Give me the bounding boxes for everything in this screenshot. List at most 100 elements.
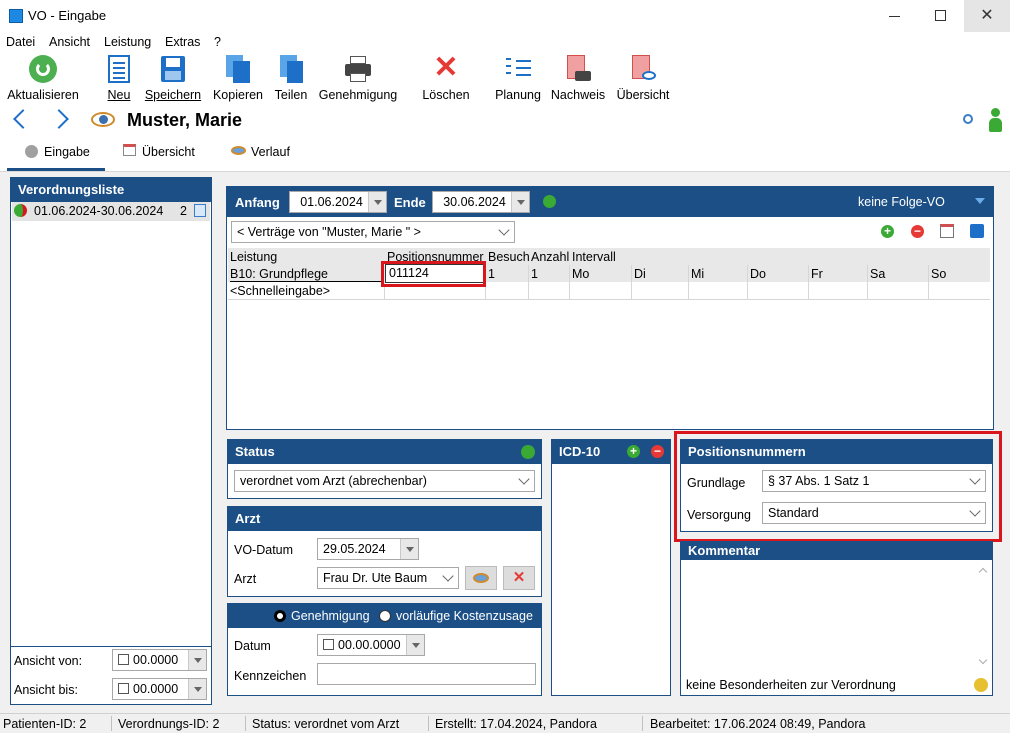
- remove-arzt-button[interactable]: ✕: [503, 566, 535, 590]
- datum-checkbox[interactable]: [323, 639, 334, 650]
- ansicht-bis-value: 00.0000: [133, 682, 179, 696]
- aktualisieren-button[interactable]: Aktualisieren: [4, 54, 82, 102]
- day-mo: Mo: [572, 267, 590, 281]
- tab-uebersicht[interactable]: Übersicht: [118, 138, 208, 171]
- minimize-button[interactable]: [872, 0, 918, 32]
- back-arrow-icon[interactable]: [13, 109, 33, 129]
- tab-eingabe[interactable]: Eingabe: [7, 138, 105, 171]
- check-icon: [14, 204, 27, 217]
- verordnung-item[interactable]: 01.06.2024-30.06.2024 2: [12, 202, 210, 221]
- kennzeichen-input[interactable]: [317, 663, 536, 685]
- anfang-date[interactable]: 01.06.2024: [289, 191, 387, 213]
- kostenzusage-radio[interactable]: [379, 610, 391, 622]
- add-icon[interactable]: +: [881, 225, 894, 238]
- planung-label: Planung: [495, 88, 541, 102]
- teilen-button[interactable]: Teilen: [270, 54, 312, 102]
- calendar-search-icon[interactable]: [940, 224, 954, 238]
- new-document-icon: [104, 54, 134, 84]
- ansicht-bis-field[interactable]: 00.0000: [112, 678, 207, 700]
- document-view-icon: [628, 54, 658, 84]
- arzt-panel: Arzt VO-Datum 29.05.2024 Arzt Frau Dr. U…: [227, 506, 542, 597]
- day-mi: Mi: [691, 267, 705, 281]
- teilen-label: Teilen: [274, 88, 308, 102]
- nachweis-button[interactable]: Nachweis: [549, 54, 607, 102]
- folge-vo-label[interactable]: keine Folge-VO: [858, 195, 945, 209]
- add-icon[interactable]: +: [627, 445, 640, 458]
- remove-icon[interactable]: −: [911, 225, 924, 238]
- ansicht-von-field[interactable]: 00.0000: [112, 649, 207, 671]
- ansicht-von-label: Ansicht von:: [14, 654, 83, 668]
- day-do: Do: [750, 267, 766, 281]
- day-fr: Fr: [811, 267, 823, 281]
- arzt-select[interactable]: Frau Dr. Ute Baum: [317, 567, 459, 589]
- besuch-cell: 1: [488, 267, 495, 281]
- col-besuch: Besuch: [488, 250, 530, 264]
- export-icon[interactable]: [970, 224, 984, 238]
- menu-ansicht[interactable]: Ansicht: [49, 35, 90, 49]
- vo-datum-value: 29.05.2024: [323, 542, 386, 556]
- status-select[interactable]: verordnet vom Arzt (abrechenbar): [234, 470, 535, 492]
- ansicht-bis-checkbox[interactable]: [118, 683, 129, 694]
- menu-extras[interactable]: Extras: [165, 35, 200, 49]
- dropdown-arrow-icon[interactable]: [188, 650, 206, 670]
- dropdown-arrow-icon[interactable]: [368, 192, 386, 212]
- kommentar-textarea[interactable]: [683, 564, 979, 670]
- close-button[interactable]: ✕: [964, 0, 1010, 32]
- leistungen-panel: Anfang 01.06.2024 Ende 30.06.2024 keine …: [226, 186, 994, 430]
- genehmigung-option[interactable]: Genehmigung: [291, 609, 370, 623]
- kopieren-button[interactable]: Kopieren: [210, 54, 266, 102]
- title-bar: VO - Eingabe ✕: [0, 0, 1010, 32]
- menu-help[interactable]: ?: [214, 35, 221, 49]
- kommentar-footer: keine Besonderheiten zur Verordnung: [686, 678, 896, 692]
- menu-leistung[interactable]: Leistung: [104, 35, 151, 49]
- dropdown-arrow-icon[interactable]: [400, 539, 418, 559]
- vo-datum-label: VO-Datum: [234, 543, 294, 557]
- search-icon[interactable]: [963, 114, 973, 124]
- table-row[interactable]: B10: Grundpflege 1 1 Mo Di Mi Do Fr Sa S…: [228, 265, 990, 282]
- status-value: verordnet vom Arzt (abrechenbar): [240, 474, 427, 488]
- neu-button[interactable]: Neu: [104, 54, 134, 102]
- eye-icon: [91, 112, 115, 127]
- patient-header: Muster, Marie: [0, 106, 1010, 138]
- forward-arrow-icon[interactable]: [49, 109, 69, 129]
- tab-uebersicht-label: Übersicht: [142, 145, 195, 159]
- ende-date[interactable]: 30.06.2024: [432, 191, 530, 213]
- scroll-up-icon[interactable]: [978, 567, 988, 577]
- dropdown-triangle-icon[interactable]: [975, 198, 985, 204]
- loeschen-button[interactable]: ✕ Löschen: [420, 53, 472, 103]
- uebersicht-button[interactable]: Übersicht: [614, 54, 672, 102]
- datum-field[interactable]: 00.00.0000: [317, 634, 425, 656]
- genehmigung-label: Genehmigung: [318, 88, 398, 102]
- leistung-table: Leistung Positionsnummer Besuch Anzahl I…: [228, 248, 990, 300]
- vo-datum-field[interactable]: 29.05.2024: [317, 538, 419, 560]
- scroll-down-icon[interactable]: [978, 655, 988, 665]
- dropdown-arrow-icon[interactable]: [406, 635, 424, 655]
- speichern-label: Speichern: [144, 88, 202, 102]
- maximize-button[interactable]: [918, 0, 964, 32]
- view-arzt-button[interactable]: [465, 566, 497, 590]
- dropdown-arrow-icon[interactable]: [511, 192, 529, 212]
- status-text: Status: verordnet vom Arzt: [252, 717, 400, 731]
- ansicht-bis-label: Ansicht bis:: [14, 683, 78, 697]
- refresh-icon: [28, 54, 58, 84]
- genehmigung-radio[interactable]: [274, 610, 286, 622]
- save-icon: [158, 54, 188, 84]
- vertraege-select[interactable]: < Verträge von "Muster, Marie " >: [231, 221, 515, 243]
- eye-icon: [473, 573, 489, 583]
- ansicht-von-checkbox[interactable]: [118, 654, 129, 665]
- menu-datei[interactable]: Datei: [6, 35, 35, 49]
- planung-button[interactable]: Planung: [492, 54, 544, 102]
- genehmigung-button[interactable]: Genehmigung: [317, 54, 399, 102]
- tab-verlauf-label: Verlauf: [251, 145, 290, 159]
- speichern-button[interactable]: Speichern: [142, 54, 204, 102]
- edit-pencil-icon[interactable]: [974, 678, 988, 692]
- tab-verlauf[interactable]: Verlauf: [226, 138, 306, 171]
- chevron-down-icon: [518, 473, 530, 485]
- datum-label: Datum: [234, 639, 271, 653]
- schnelleingabe-row[interactable]: <Schnelleingabe>: [230, 283, 330, 299]
- kostenzusage-option[interactable]: vorläufige Kostenzusage: [396, 609, 533, 623]
- remove-icon[interactable]: −: [651, 445, 664, 458]
- dropdown-arrow-icon[interactable]: [188, 679, 206, 699]
- genehmigung-panel: Genehmigung vorläufige Kostenzusage Datu…: [227, 603, 542, 696]
- anfang-value: 01.06.2024: [300, 195, 363, 209]
